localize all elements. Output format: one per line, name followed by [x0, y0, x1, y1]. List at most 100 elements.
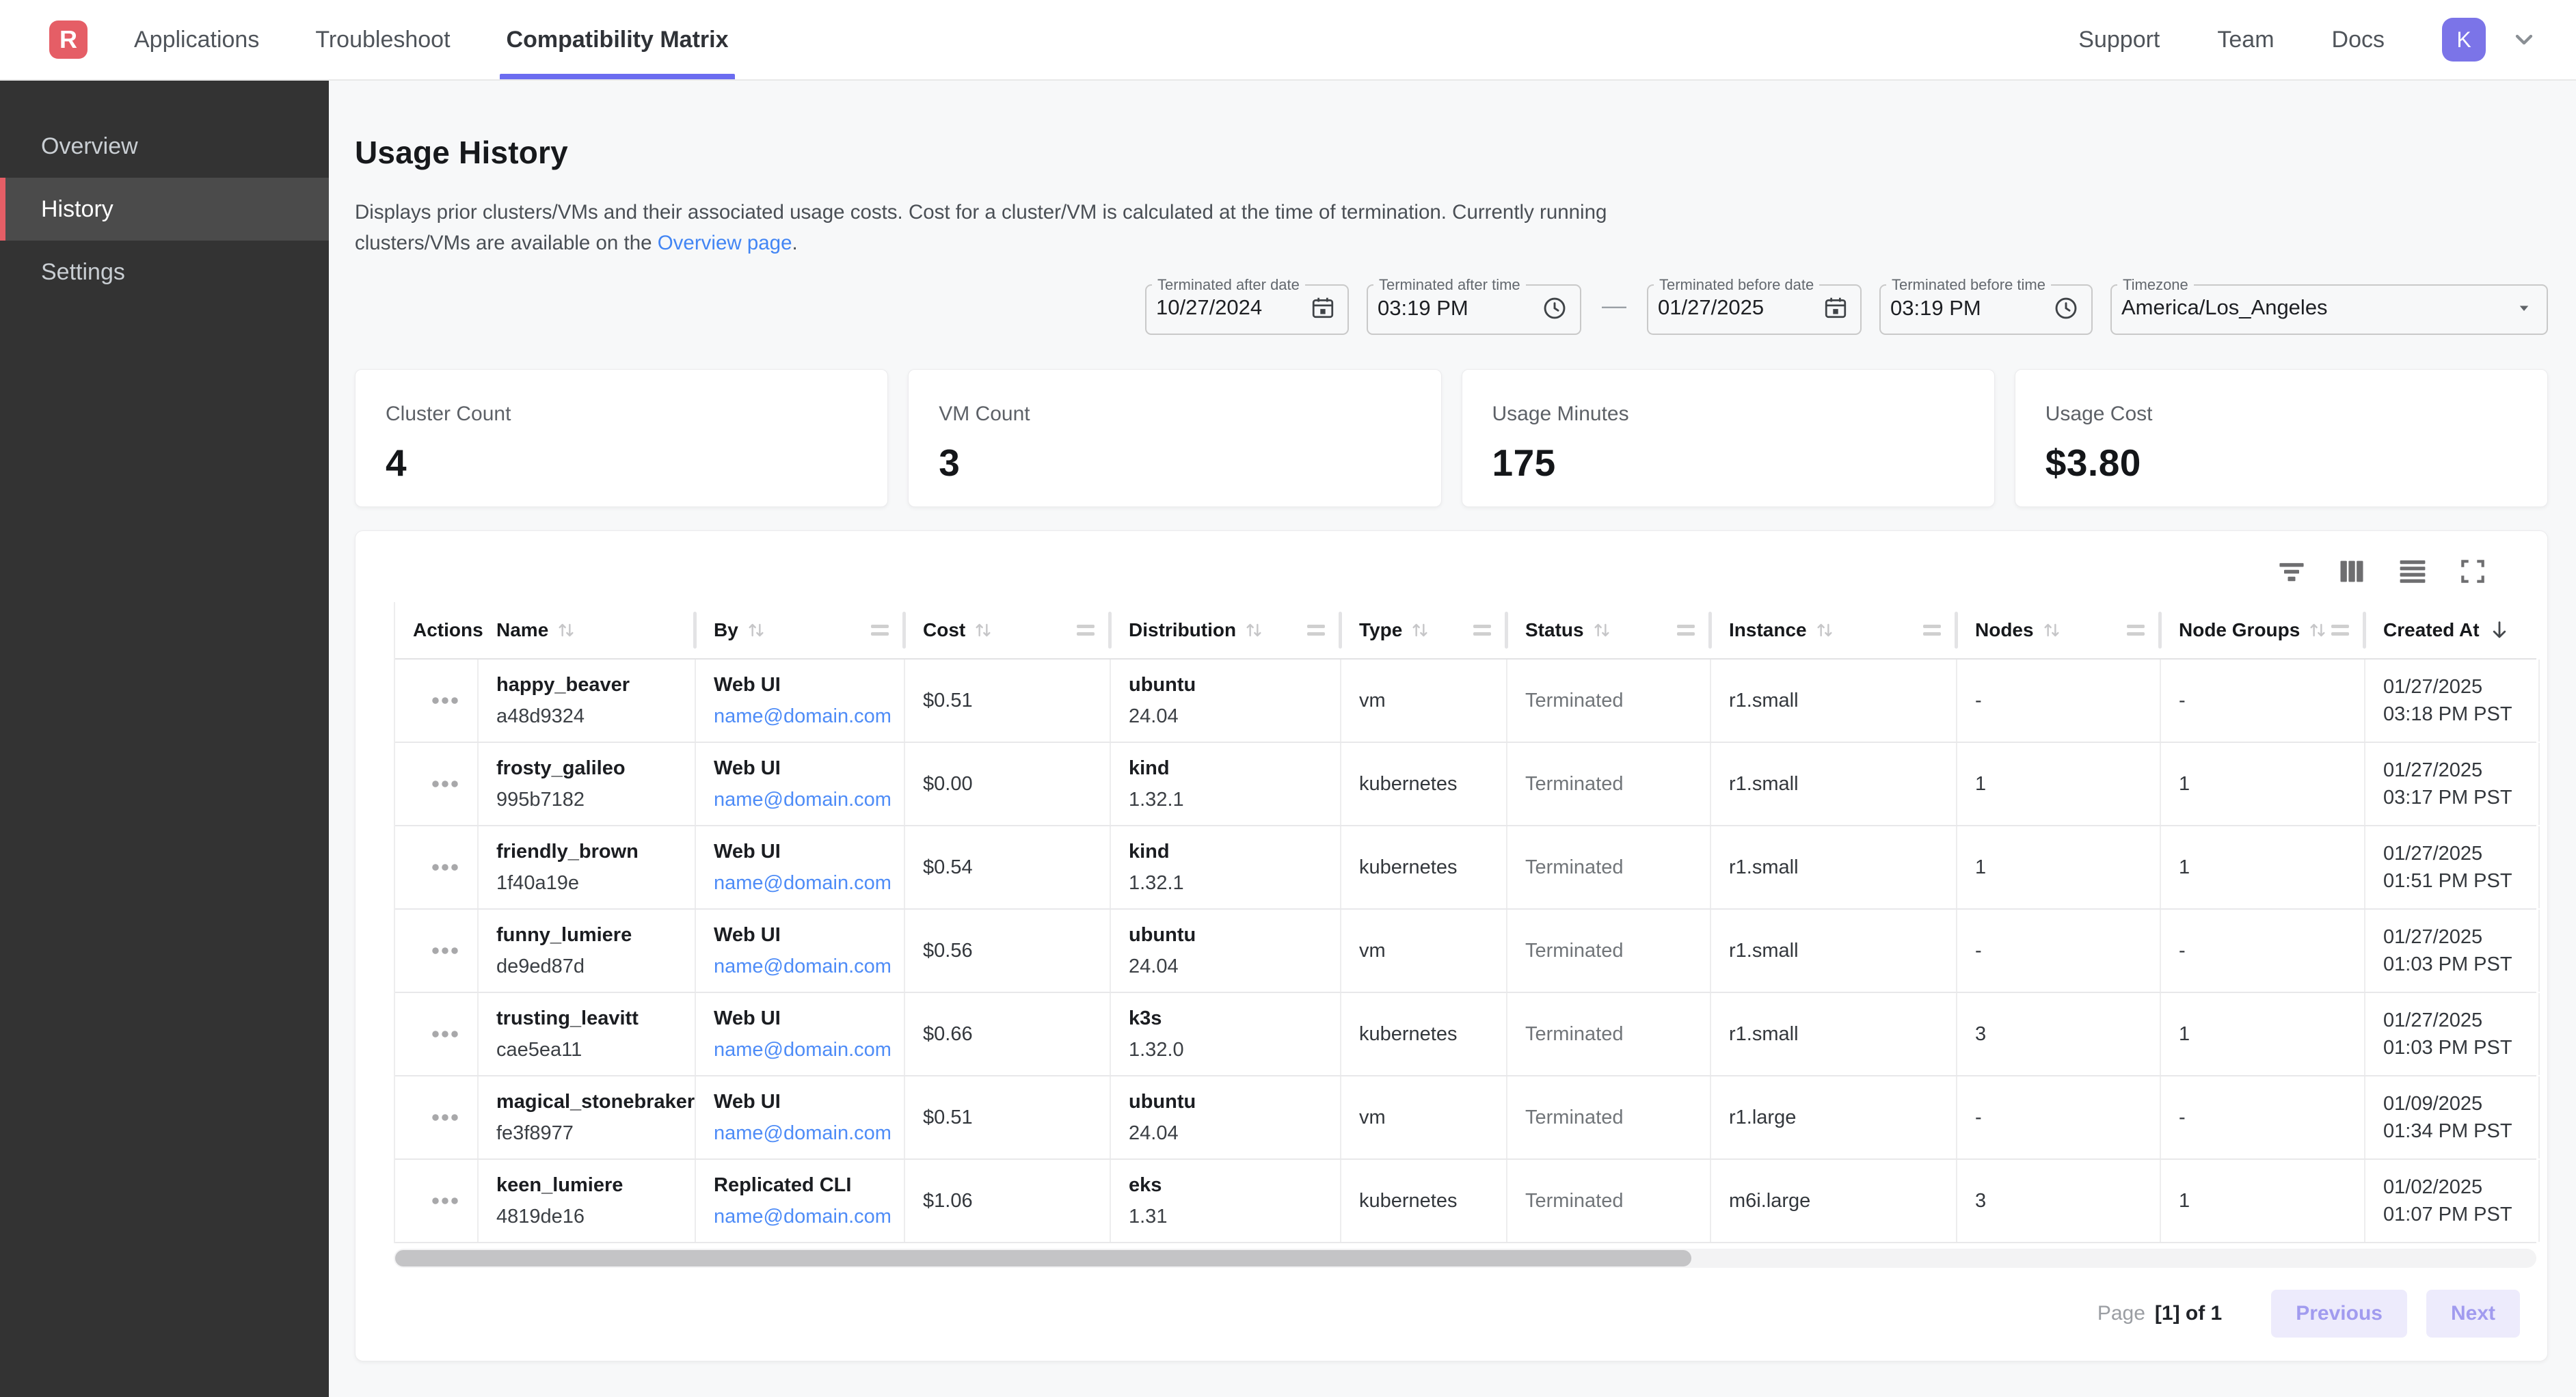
cell-cost: $0.66	[905, 993, 1111, 1075]
column-header[interactable]: Actions	[395, 602, 479, 658]
column-header[interactable]: Cost	[905, 602, 1111, 658]
email-link[interactable]: name@domain.com	[714, 955, 905, 978]
sidebar-item-settings[interactable]: Settings	[0, 241, 329, 303]
sort-icon[interactable]	[745, 619, 767, 641]
sort-icon[interactable]	[1591, 619, 1613, 641]
sort-icon[interactable]	[1814, 619, 1836, 641]
column-resize-handle[interactable]	[2331, 621, 2349, 640]
avatar[interactable]: K	[2442, 18, 2486, 62]
sort-icon[interactable]	[2307, 619, 2329, 641]
column-header[interactable]: Type	[1341, 602, 1507, 658]
sort-icon[interactable]	[1409, 619, 1431, 641]
cell-name: keen_lumiere 4819de16	[479, 1160, 696, 1242]
email-link[interactable]: name@domain.com	[714, 1039, 905, 1061]
timezone-select[interactable]: Timezone America/Los_Angeles	[2110, 276, 2548, 335]
cell-node-groups: -	[2161, 660, 2365, 742]
column-resize-handle[interactable]	[1473, 621, 1491, 640]
calendar-icon[interactable]	[1823, 295, 1848, 320]
email-link[interactable]: name@domain.com	[714, 1122, 905, 1145]
sort-icon[interactable]	[2041, 619, 2063, 641]
sidebar-item-overview[interactable]: Overview	[0, 115, 329, 178]
cell-created-at: 01/09/2025 01:34 PM PST	[2365, 1076, 2540, 1158]
nav-tab-compatibility-matrix[interactable]: Compatibility Matrix	[507, 0, 729, 79]
terminated-after-date-value[interactable]: 10/27/2024	[1156, 295, 1262, 320]
terminated-after-time-field[interactable]: Terminated after time 03:19 PM	[1367, 276, 1581, 335]
columns-icon[interactable]	[2337, 556, 2367, 586]
terminated-after-date-field[interactable]: Terminated after date 10/27/2024	[1145, 276, 1349, 335]
sort-desc-icon[interactable]	[2488, 619, 2511, 642]
email-link[interactable]: name@domain.com	[714, 1206, 905, 1228]
nav-tabs: Applications Troubleshoot Compatibility …	[134, 0, 728, 79]
timezone-value[interactable]: America/Los_Angeles	[2121, 295, 2328, 320]
fullscreen-icon[interactable]	[2458, 557, 2487, 586]
main-content: Usage History Displays prior clusters/VM…	[329, 81, 2576, 1397]
nav-link-support[interactable]: Support	[2078, 27, 2160, 53]
clock-icon[interactable]	[2053, 295, 2079, 321]
column-resize-handle[interactable]	[871, 621, 889, 640]
top-navbar: R Applications Troubleshoot Compatibilit…	[0, 0, 2576, 81]
nav-tab-troubleshoot[interactable]: Troubleshoot	[315, 0, 450, 79]
density-icon[interactable]	[2397, 556, 2428, 587]
sort-icon[interactable]	[1243, 619, 1265, 641]
column-resize-handle[interactable]	[1677, 621, 1695, 640]
nav-link-team[interactable]: Team	[2217, 27, 2274, 53]
email-link[interactable]: name@domain.com	[714, 872, 905, 895]
column-resize-handle[interactable]	[1923, 621, 1941, 640]
column-header[interactable]: Instance	[1711, 602, 1957, 658]
row-actions-menu-icon[interactable]	[431, 1196, 459, 1206]
page-label: Page	[2097, 1302, 2145, 1325]
calendar-icon[interactable]	[1311, 295, 1335, 320]
row-actions-menu-icon[interactable]	[431, 863, 459, 872]
page-info: [1] of 1	[2155, 1302, 2222, 1325]
column-resize-handle[interactable]	[1077, 621, 1095, 640]
email-link[interactable]: name@domain.com	[714, 789, 905, 811]
email-link[interactable]: name@domain.com	[714, 705, 905, 728]
sidebar-item-history[interactable]: History	[0, 178, 329, 241]
date-range-separator: —	[1599, 291, 1629, 320]
table-row: magical_stonebraker fe3f8977 Web UI name…	[395, 1076, 2536, 1160]
terminated-before-time-field[interactable]: Terminated before time 03:19 PM	[1879, 276, 2093, 335]
chevron-down-icon[interactable]	[2510, 26, 2538, 53]
column-header[interactable]: Nodes	[1957, 602, 2161, 658]
horizontal-scrollbar-thumb[interactable]	[395, 1250, 1691, 1266]
column-header[interactable]: Created At	[2365, 602, 2540, 658]
previous-page-button[interactable]: Previous	[2271, 1290, 2407, 1338]
terminated-after-time-value[interactable]: 03:19 PM	[1378, 296, 1468, 321]
sort-icon[interactable]	[972, 619, 994, 641]
terminated-before-time-value[interactable]: 03:19 PM	[1890, 296, 1981, 321]
cell-cost: $0.54	[905, 826, 1111, 908]
terminated-before-date-value[interactable]: 01/27/2025	[1658, 295, 1764, 320]
column-header[interactable]: Status	[1507, 602, 1711, 658]
cell-by: Web UI name@domain.com	[696, 826, 905, 908]
filter-icon[interactable]	[2277, 556, 2307, 586]
cell-node-groups: 1	[2161, 993, 2365, 1075]
cell-cost: $1.06	[905, 1160, 1111, 1242]
nav-link-docs[interactable]: Docs	[2332, 27, 2385, 53]
sort-icon[interactable]	[555, 619, 577, 641]
column-header-label: Node Groups	[2179, 619, 2300, 641]
row-actions-menu-icon[interactable]	[431, 946, 459, 955]
overview-page-link[interactable]: Overview page	[658, 232, 792, 254]
cell-nodes: -	[1957, 660, 2161, 742]
column-header[interactable]: Name	[479, 602, 696, 658]
column-header[interactable]: Distribution	[1111, 602, 1341, 658]
stat-card-label: Usage Minutes	[1492, 403, 1964, 426]
column-header[interactable]: By	[696, 602, 905, 658]
row-actions-menu-icon[interactable]	[431, 1029, 459, 1039]
clock-icon[interactable]	[1542, 295, 1568, 321]
cell-cost: $0.00	[905, 743, 1111, 825]
terminated-before-date-field[interactable]: Terminated before date 01/27/2025	[1647, 276, 1862, 335]
nav-tab-applications[interactable]: Applications	[134, 0, 259, 79]
dropdown-caret-icon[interactable]	[2514, 297, 2534, 318]
column-resize-handle[interactable]	[2127, 621, 2145, 640]
column-header[interactable]: Node Groups	[2161, 602, 2365, 658]
column-resize-handle[interactable]	[1307, 621, 1325, 640]
column-header-label: Status	[1525, 619, 1584, 641]
cell-nodes: 1	[1957, 826, 2161, 908]
app-logo[interactable]: R	[49, 21, 88, 59]
row-actions-menu-icon[interactable]	[431, 1113, 459, 1122]
next-page-button[interactable]: Next	[2426, 1290, 2520, 1338]
cell-instance: r1.small	[1711, 743, 1957, 825]
row-actions-menu-icon[interactable]	[431, 779, 459, 789]
row-actions-menu-icon[interactable]	[431, 696, 459, 705]
